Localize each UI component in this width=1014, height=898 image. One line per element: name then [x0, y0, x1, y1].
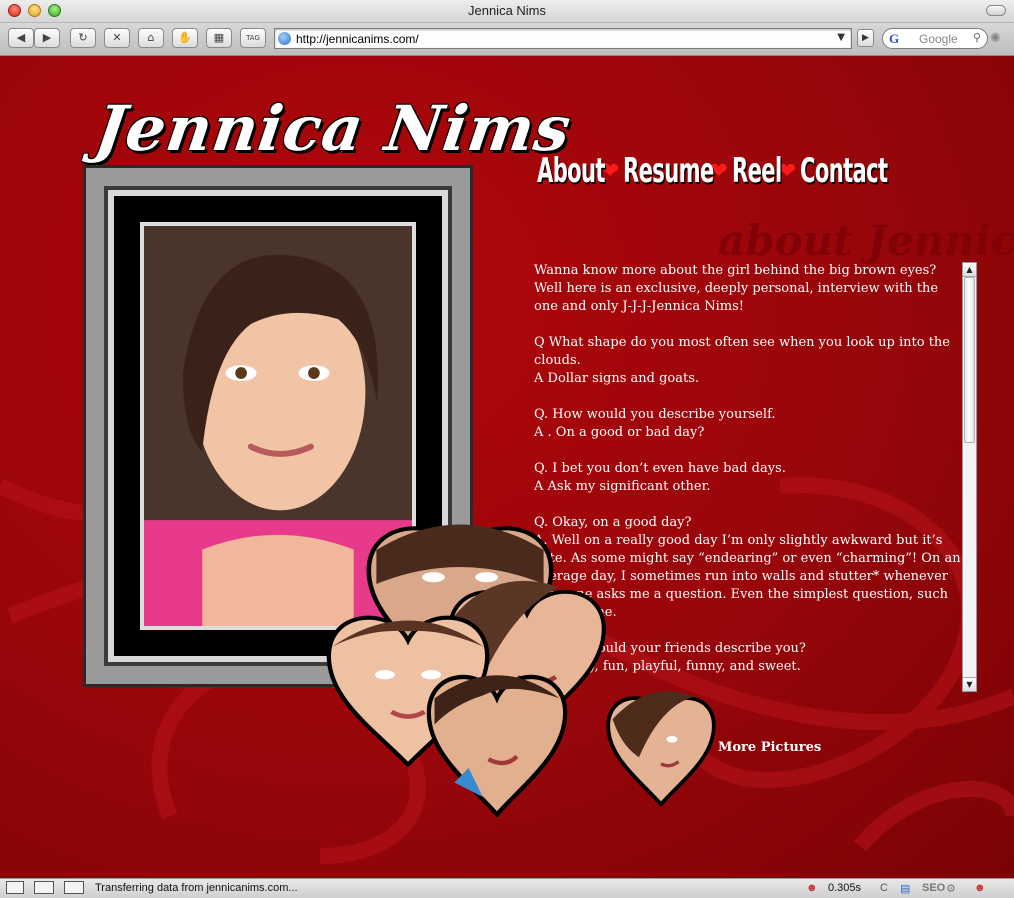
tag-button[interactable]: TAG: [240, 28, 266, 48]
window-titlebar: Jennica Nims: [0, 0, 1014, 23]
back-button[interactable]: ◀: [8, 28, 34, 48]
snapback-icon: ▦: [213, 31, 225, 44]
forward-arrow-icon: ▶: [42, 31, 52, 44]
status-message: Transferring data from jennicanims.com..…: [95, 882, 298, 894]
bookmark-button[interactable]: ✋: [172, 28, 198, 48]
reload-button[interactable]: ↻: [70, 28, 96, 48]
more-pictures-link[interactable]: More Pictures: [718, 740, 821, 755]
page-layout-icon[interactable]: [34, 881, 54, 894]
play-icon: ▶: [862, 33, 869, 43]
loading-spinner-icon: ✺: [990, 31, 1001, 46]
stop-button[interactable]: ✕: [104, 28, 130, 48]
bookmark-grid-icon[interactable]: ▤: [900, 882, 910, 895]
heart-photo-collage: [0, 524, 716, 878]
resize-icon[interactable]: [64, 881, 84, 894]
go-button[interactable]: ▶: [857, 29, 874, 47]
globe-icon: [278, 32, 291, 45]
stop-icon: ✕: [112, 31, 122, 44]
snapback-button[interactable]: ▦: [206, 28, 232, 48]
back-arrow-icon: ◀: [16, 31, 26, 44]
seo-icon[interactable]: SEO: [922, 882, 945, 894]
home-icon: ⌂: [147, 31, 155, 44]
bookmark-icon: ✋: [178, 31, 192, 44]
forward-button[interactable]: ▶: [34, 28, 60, 48]
script-blocker-icon[interactable]: ☻: [974, 882, 986, 894]
chevron-down-icon[interactable]: ▼: [837, 32, 845, 43]
address-text: http://jennicanims.com/: [296, 32, 419, 46]
status-bar: Transferring data from jennicanims.com..…: [0, 878, 1014, 898]
tag-icon: TAG: [246, 34, 260, 42]
load-timer: 0.305s: [828, 882, 862, 894]
monkey-icon[interactable]: ☻: [806, 882, 818, 894]
window-title: Jennica Nims: [467, 3, 547, 18]
reload-icon: ↻: [78, 31, 88, 44]
address-bar[interactable]: http://jennicanims.com/ ▼: [274, 28, 852, 49]
home-button[interactable]: ⌂: [138, 28, 164, 48]
toolbar-toggle-button[interactable]: [986, 5, 1006, 16]
heart-photo-thumbnail[interactable]: [429, 675, 565, 814]
web-page: Jennica Nims About ❤ Resume ❤ Reel ❤ Con…: [0, 56, 1014, 878]
more-pictures-thumbnail[interactable]: [606, 691, 716, 807]
c-icon[interactable]: C: [880, 882, 888, 894]
search-field[interactable]: G Google ⚲: [882, 28, 988, 49]
search-icon: ⚲: [972, 31, 981, 44]
browser-toolbar: ◀ ▶ ↻ ✕ ⌂ ✋ ▦ TAG http://jennicanims.com…: [0, 23, 1014, 56]
search-placeholder: Google: [919, 32, 958, 46]
gear-icon[interactable]: ⚙: [946, 882, 956, 895]
google-icon: G: [889, 31, 900, 46]
tabs-view-icon[interactable]: [6, 881, 24, 894]
